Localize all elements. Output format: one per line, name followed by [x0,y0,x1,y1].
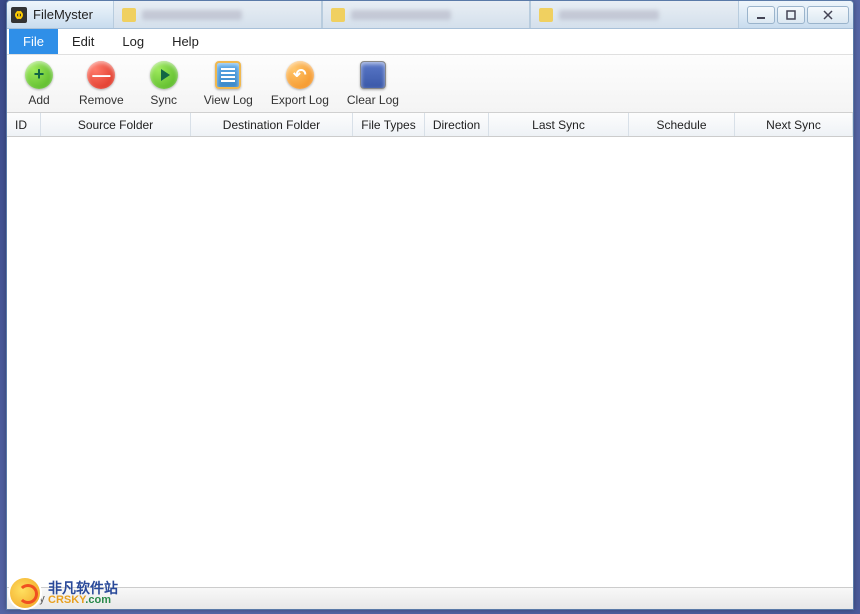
background-tab[interactable] [322,1,531,28]
column-direction[interactable]: Direction [425,113,489,136]
app-icon [11,7,27,23]
maximize-icon [786,10,796,20]
view-log-icon [215,61,241,89]
clear-log-button[interactable]: Clear Log [347,61,399,107]
toolbar: + Add — Remove Sync View Log ↶ Export Lo… [7,55,853,113]
close-button[interactable] [807,6,849,24]
window-controls [747,6,849,24]
sync-button[interactable]: Sync [142,61,186,107]
close-icon [823,10,833,20]
menubar: File Edit Log Help [7,29,853,55]
tab-title-blurred [351,10,451,20]
tab-title-blurred [142,10,242,20]
background-tabs-area [113,1,739,28]
view-log-label: View Log [204,93,253,107]
column-file-types[interactable]: File Types [353,113,425,136]
app-window: FileMyster [6,0,854,610]
export-log-label: Export Log [271,93,329,107]
window-title: FileMyster [33,7,93,22]
clear-log-label: Clear Log [347,93,399,107]
column-next-sync[interactable]: Next Sync [735,113,853,136]
column-schedule[interactable]: Schedule [629,113,735,136]
add-icon: + [25,61,53,89]
column-destination-folder[interactable]: Destination Folder [191,113,353,136]
remove-label: Remove [79,93,124,107]
view-log-button[interactable]: View Log [204,61,253,107]
add-label: Add [28,93,49,107]
tab-favicon-icon [122,8,136,22]
background-tab[interactable] [530,1,739,28]
tab-favicon-icon [539,8,553,22]
menu-edit[interactable]: Edit [58,29,108,54]
menu-log[interactable]: Log [108,29,158,54]
tab-title-blurred [559,10,659,20]
statusbar: Ready [7,587,853,609]
sync-label: Sync [150,93,177,107]
column-source-folder[interactable]: Source Folder [41,113,191,136]
clear-log-icon [360,61,386,89]
table-header: ID Source Folder Destination Folder File… [7,113,853,137]
minimize-button[interactable] [747,6,775,24]
menu-help[interactable]: Help [158,29,213,54]
add-button[interactable]: + Add [17,61,61,107]
export-log-icon: ↶ [286,61,314,89]
remove-button[interactable]: — Remove [79,61,124,107]
sync-icon [150,61,178,89]
export-log-button[interactable]: ↶ Export Log [271,61,329,107]
tab-favicon-icon [331,8,345,22]
column-last-sync[interactable]: Last Sync [489,113,629,136]
status-text: Ready [13,593,45,605]
maximize-button[interactable] [777,6,805,24]
titlebar[interactable]: FileMyster [7,1,853,29]
minimize-icon [756,10,766,20]
column-id[interactable]: ID [7,113,41,136]
table-body[interactable] [7,137,853,587]
background-tab[interactable] [113,1,322,28]
remove-icon: — [87,61,115,89]
menu-file[interactable]: File [9,29,58,54]
